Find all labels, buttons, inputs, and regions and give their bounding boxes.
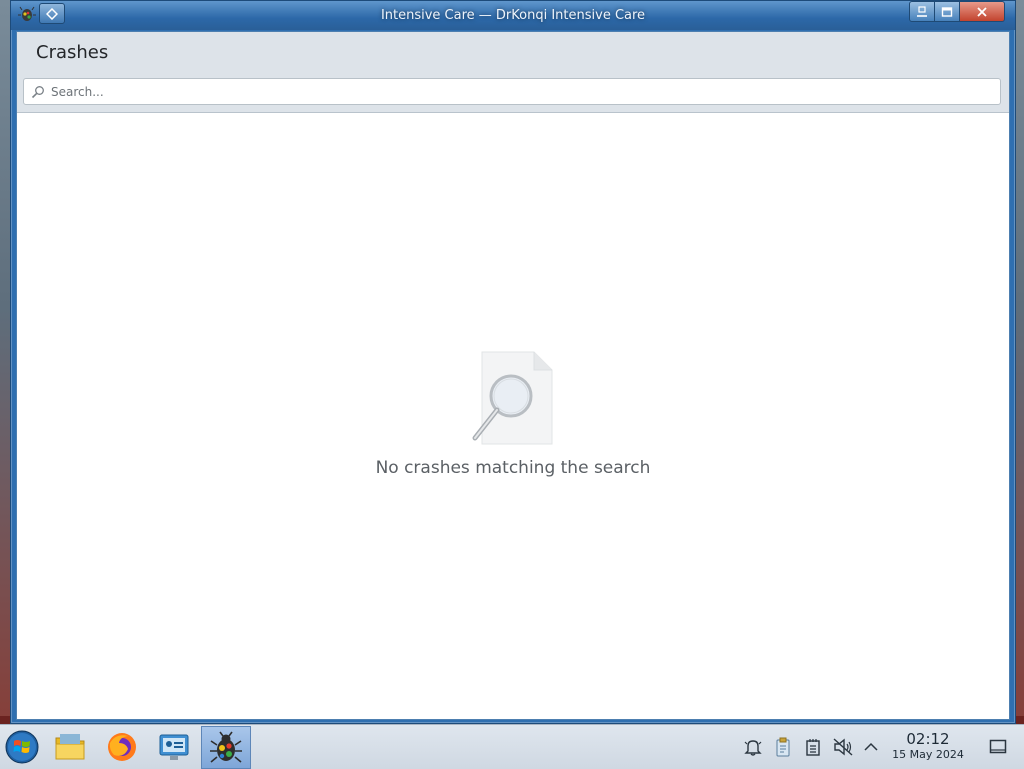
page-title: Crashes: [36, 42, 109, 63]
window-content: Crashes No crashes matching the search: [16, 31, 1010, 720]
tray-volume[interactable]: [830, 725, 856, 769]
tray-expand[interactable]: [860, 725, 882, 769]
device-icon: [806, 739, 820, 756]
start-orb-icon: [5, 730, 39, 764]
document-search-icon: [472, 351, 553, 445]
system-settings-icon: [159, 734, 189, 760]
show-desktop-icon: [989, 739, 1007, 754]
tray-device[interactable]: [800, 725, 826, 769]
taskbar-drkonqi[interactable]: [201, 726, 251, 769]
expand-tray-icon: [864, 742, 878, 751]
file-manager-icon: [55, 734, 85, 760]
notifications-bell-icon: [744, 740, 762, 756]
clock-time: 02:12: [906, 730, 950, 748]
taskbar-file-manager[interactable]: [48, 727, 92, 767]
tray-notifications[interactable]: [740, 725, 766, 769]
taskbar-system-settings[interactable]: [152, 727, 196, 767]
minimize-icon: [917, 5, 927, 17]
drkonqi-bug-icon: [210, 731, 242, 763]
empty-state-message: No crashes matching the search: [375, 458, 651, 478]
window-titlebar[interactable]: Intensive Care — DrKonqi Intensive Care: [11, 1, 1015, 30]
clipboard-icon: [776, 737, 790, 757]
search-input[interactable]: [51, 84, 1000, 99]
search-icon: [31, 85, 44, 98]
window-controls: [909, 1, 1005, 22]
firefox-icon: [108, 733, 136, 761]
volume-muted-icon: [833, 738, 853, 756]
empty-state: No crashes matching the search: [17, 350, 1009, 478]
close-icon: [977, 6, 987, 17]
page-header: Crashes: [17, 32, 1009, 113]
start-button[interactable]: [0, 727, 44, 767]
taskbar: 02:12 15 May 2024: [0, 724, 1024, 769]
app-window: Intensive Care — DrKonqi Intensive Care: [10, 0, 1016, 724]
clock-date: 15 May 2024: [892, 748, 964, 761]
show-desktop-button[interactable]: [984, 725, 1012, 769]
taskbar-clock[interactable]: 02:12 15 May 2024: [886, 731, 970, 762]
close-button[interactable]: [960, 1, 1005, 22]
search-field[interactable]: [23, 78, 1001, 105]
maximize-icon: [941, 6, 953, 17]
maximize-button[interactable]: [935, 1, 960, 22]
tray-clipboard[interactable]: [770, 725, 796, 769]
window-title: Intensive Care — DrKonqi Intensive Care: [380, 8, 646, 23]
taskbar-firefox[interactable]: [100, 727, 144, 767]
minimize-button[interactable]: [909, 1, 935, 22]
